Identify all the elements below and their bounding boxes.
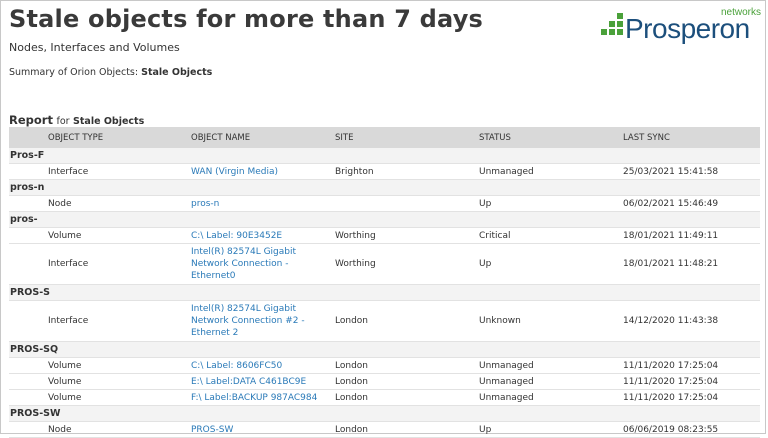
column-header-object-type: OBJECT TYPE [48, 127, 191, 148]
last-sync-cell: 11/11/2020 17:25:04 [623, 373, 760, 390]
table-row: Volume F:\ Label:BACKUP 987AC984 London … [9, 389, 760, 406]
row-spacer [9, 195, 48, 212]
table-row: Volume E:\ Label:DATA C461BC9E London Un… [9, 373, 760, 390]
row-spacer [9, 300, 48, 342]
row-spacer [9, 163, 48, 180]
group-name: PROS-SQ [9, 341, 760, 358]
table-row: Interface Intel(R) 82574L Gigabit Networ… [9, 243, 760, 285]
page-title: Stale objects for more than 7 days [9, 5, 484, 33]
table-row: Interface Intel(R) 82574L Gigabit Networ… [9, 300, 760, 342]
group-row: pros-n [9, 179, 760, 196]
object-type-cell: Volume [48, 373, 191, 390]
site-cell: Brighton [335, 163, 479, 180]
column-header-object-name: OBJECT NAME [191, 127, 335, 148]
row-spacer [9, 421, 48, 438]
column-spacer [9, 127, 48, 148]
object-type-cell: Interface [48, 163, 191, 180]
status-cell: Unmanaged [479, 373, 623, 390]
group-name: PROS-S [9, 284, 760, 301]
site-cell: London [335, 373, 479, 390]
object-type-cell: Node [48, 195, 191, 212]
company-logo: Prosperon networks [601, 7, 763, 47]
status-cell: Unmanaged [479, 389, 623, 406]
summary-value: Stale Objects [141, 67, 213, 78]
site-cell: London [335, 389, 479, 406]
object-name-link[interactable]: pros-n [191, 195, 335, 212]
last-sync-cell: 11/11/2020 17:25:04 [623, 357, 760, 374]
table-row: Node PROS-SW London Up 06/06/2019 08:23:… [9, 421, 760, 438]
object-name-link[interactable]: WAN (Virgin Media) [191, 163, 335, 180]
summary-line: Summary of Orion Objects: Stale Objects [9, 67, 212, 78]
logo-mark-icon [601, 13, 623, 41]
row-spacer [9, 243, 48, 285]
column-header-status: STATUS [479, 127, 623, 148]
site-cell: Worthing [335, 243, 479, 285]
report-page: Stale objects for more than 7 days Nodes… [0, 0, 766, 438]
row-spacer [9, 227, 48, 244]
last-sync-cell: 11/11/2020 17:25:04 [623, 389, 760, 406]
group-name: pros-n [9, 179, 760, 196]
object-name-link[interactable]: Intel(R) 82574L Gigabit Network Connecti… [191, 243, 335, 285]
last-sync-cell: 14/12/2020 11:43:38 [623, 300, 760, 342]
page-subtitle: Nodes, Interfaces and Volumes [9, 41, 180, 54]
object-name-link[interactable]: F:\ Label:BACKUP 987AC984 [191, 389, 335, 406]
group-name: PROS-SW [9, 405, 760, 422]
last-sync-cell: 06/06/2019 08:23:55 [623, 421, 760, 438]
status-cell: Unmanaged [479, 357, 623, 374]
status-cell: Unknown [479, 300, 623, 342]
column-header-last-sync: LAST SYNC [623, 127, 760, 148]
last-sync-cell: 25/03/2021 15:41:58 [623, 163, 760, 180]
column-header-site: SITE [335, 127, 479, 148]
row-spacer [9, 357, 48, 374]
stale-objects-table: OBJECT TYPE OBJECT NAME SITE STATUS LAST… [9, 127, 760, 438]
site-cell [335, 195, 479, 212]
status-cell: Up [479, 195, 623, 212]
table-row: Volume C:\ Label: 8606FC50 London Unmana… [9, 357, 760, 374]
site-cell: London [335, 421, 479, 438]
group-row: Pros-F [9, 148, 760, 164]
report-heading: Report for Stale Objects [9, 113, 144, 127]
group-row: PROS-SQ [9, 341, 760, 358]
table-row: Node pros-n Up 06/02/2021 15:46:49 [9, 195, 760, 212]
site-cell: Worthing [335, 227, 479, 244]
status-cell: Critical [479, 227, 623, 244]
summary-prefix: Summary of Orion Objects: [9, 67, 139, 78]
object-type-cell: Volume [48, 357, 191, 374]
object-type-cell: Interface [48, 243, 191, 285]
group-row: PROS-SW [9, 405, 760, 422]
logo-tagline: networks [720, 7, 761, 18]
object-name-link[interactable]: Intel(R) 82574L Gigabit Network Connecti… [191, 300, 335, 342]
site-cell: London [335, 357, 479, 374]
object-type-cell: Volume [48, 227, 191, 244]
object-name-link[interactable]: PROS-SW [191, 421, 335, 438]
row-spacer [9, 373, 48, 390]
object-type-cell: Interface [48, 300, 191, 342]
group-row: pros- [9, 211, 760, 228]
report-heading-label: Report [9, 113, 53, 127]
last-sync-cell: 18/01/2021 11:49:11 [623, 227, 760, 244]
group-name: pros- [9, 211, 760, 228]
object-name-link[interactable]: E:\ Label:DATA C461BC9E [191, 373, 335, 390]
group-row: PROS-S [9, 284, 760, 301]
status-cell: Up [479, 243, 623, 285]
report-object-label: Stale Objects [73, 116, 145, 127]
object-name-link[interactable]: C:\ Label: 90E3452E [191, 227, 335, 244]
table-row: Interface WAN (Virgin Media) Brighton Un… [9, 163, 760, 180]
group-name: Pros-F [9, 148, 760, 164]
last-sync-cell: 06/02/2021 15:46:49 [623, 195, 760, 212]
last-sync-cell: 18/01/2021 11:48:21 [623, 243, 760, 285]
object-type-cell: Volume [48, 389, 191, 406]
status-cell: Up [479, 421, 623, 438]
status-cell: Unmanaged [479, 163, 623, 180]
object-type-cell: Node [48, 421, 191, 438]
row-spacer [9, 389, 48, 406]
object-name-link[interactable]: C:\ Label: 8606FC50 [191, 357, 335, 374]
table-header-row: OBJECT TYPE OBJECT NAME SITE STATUS LAST… [9, 127, 760, 148]
report-for-label: for [56, 116, 70, 127]
site-cell: London [335, 300, 479, 342]
table-row: Volume C:\ Label: 90E3452E Worthing Crit… [9, 227, 760, 244]
